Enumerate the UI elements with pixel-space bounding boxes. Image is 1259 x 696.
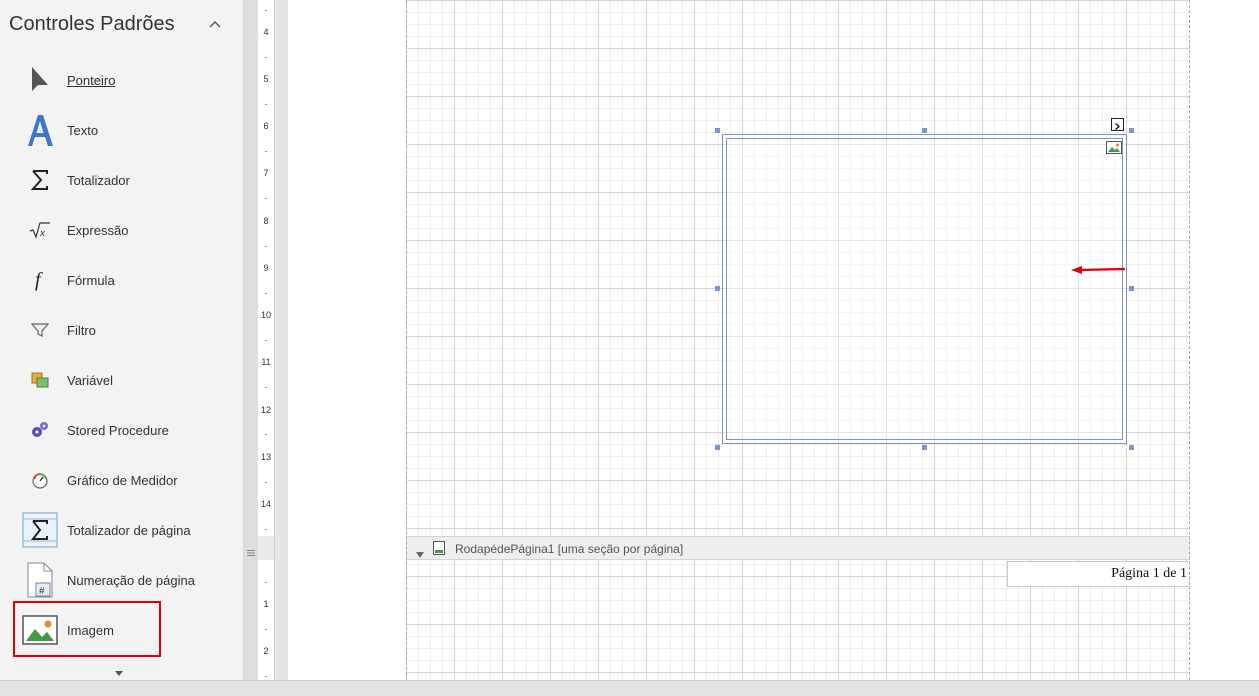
text-a-icon	[20, 110, 60, 150]
ruler-number: 14	[260, 499, 271, 509]
chevron-down-icon[interactable]	[113, 664, 125, 676]
ruler-tick	[265, 529, 267, 530]
ruler-tick	[265, 434, 267, 435]
image-control[interactable]	[722, 134, 1127, 444]
tool-totalizador[interactable]: Totalizador	[20, 160, 235, 200]
ruler-number: 8	[263, 216, 269, 226]
collapse-triangle-icon[interactable]	[416, 545, 424, 558]
tool-label: Totalizador	[67, 172, 130, 188]
ruler-tick	[265, 104, 267, 105]
tool-label: Numeração de página	[67, 572, 195, 588]
ruler-tick	[265, 387, 267, 388]
sigma-icon	[20, 160, 60, 200]
ruler-tick	[265, 340, 267, 341]
resize-handle[interactable]	[1129, 445, 1134, 450]
ruler-tick	[265, 246, 267, 247]
resize-handle[interactable]	[715, 286, 720, 291]
tool-expressao[interactable]: x Expressão	[20, 210, 235, 250]
tool-label: Texto	[67, 122, 99, 138]
sqrt-x-icon: x	[20, 210, 60, 250]
funnel-icon	[20, 310, 60, 350]
resize-handle[interactable]	[922, 128, 927, 133]
image-icon	[1106, 141, 1122, 154]
ruler-tick	[265, 482, 267, 483]
tool-formula[interactable]: f Fórmula	[20, 260, 235, 300]
toolbox-title: Controles Padrões	[9, 13, 175, 35]
ruler-number: 13	[260, 452, 271, 462]
footer-section-label: RodapédePágina1 [uma seção por página]	[455, 542, 684, 556]
toolbox-panel: Controles Padrões Ponteiro Texto Totaliz…	[0, 0, 244, 680]
ruler-number: 4	[263, 27, 269, 37]
svg-text:#: #	[39, 586, 45, 597]
ruler-number: 11	[261, 357, 271, 367]
ruler-number: 5	[263, 74, 269, 84]
resize-handle[interactable]	[1129, 286, 1134, 291]
ruler-tick	[265, 10, 267, 11]
ruler-tick	[265, 293, 267, 294]
annotation-arrow	[1068, 262, 1128, 278]
ruler-section-band	[258, 536, 274, 560]
selection-highlight	[13, 601, 161, 657]
pointer-icon	[20, 60, 60, 100]
footer-section-band[interactable]: RodapédePágina1 [uma seção por página]	[407, 536, 1189, 560]
ruler-number: 12	[260, 405, 271, 415]
tool-label: Variável	[67, 372, 114, 388]
tool-label: Gráfico de Medidor	[67, 472, 178, 488]
tool-label: Fórmula	[67, 272, 115, 288]
tool-label: Expressão	[67, 222, 129, 238]
grip-icon[interactable]	[247, 544, 255, 556]
page-number-field[interactable]: Página 1 de 1	[1007, 561, 1189, 587]
page-sigma-icon	[20, 510, 60, 550]
svg-text:f: f	[35, 269, 43, 291]
ruler-number: 9	[263, 263, 269, 273]
ruler-gutter	[274, 0, 289, 680]
resize-handle[interactable]	[715, 445, 720, 450]
tool-label: Filtro	[67, 322, 96, 338]
ruler-tick	[265, 676, 267, 677]
ruler-number: 7	[263, 168, 269, 178]
ruler-tick	[265, 629, 267, 630]
tool-label: Totalizador de página	[67, 522, 191, 538]
status-bar	[0, 680, 1259, 696]
tool-texto[interactable]: Texto	[20, 110, 235, 150]
svg-text:x: x	[39, 227, 45, 239]
tool-label: Ponteiro	[67, 72, 116, 88]
image-control-frame	[726, 138, 1123, 440]
gears-icon	[20, 410, 60, 450]
function-f-icon: f	[20, 260, 60, 300]
ruler-tick	[265, 198, 267, 199]
page-footer-icon	[433, 541, 445, 555]
tool-numeracao-pagina[interactable]: # Numeração de página	[20, 560, 235, 600]
ruler-number: 10	[260, 310, 271, 320]
tool-filtro[interactable]: Filtro	[20, 310, 235, 350]
ruler-tick	[265, 582, 267, 583]
tool-label: Stored Procedure	[67, 422, 169, 438]
report-page[interactable]: RodapédePágina1 [uma seção por página] P…	[406, 0, 1190, 680]
tool-variavel[interactable]: Variável	[20, 360, 235, 400]
panel-splitter[interactable]	[244, 0, 258, 680]
gauge-icon	[20, 460, 60, 500]
chevron-up-icon[interactable]	[205, 14, 225, 34]
variable-icon	[20, 360, 60, 400]
resize-handle[interactable]	[1129, 128, 1134, 133]
design-canvas[interactable]: RodapédePágina1 [uma seção por página] P…	[288, 0, 1259, 680]
tool-totalizador-pagina[interactable]: Totalizador de página	[20, 510, 235, 550]
smart-tag-button[interactable]	[1111, 118, 1124, 131]
ruler-number: 1	[263, 599, 269, 609]
ruler-number: 2	[263, 646, 269, 656]
resize-handle[interactable]	[922, 445, 927, 450]
tool-ponteiro[interactable]: Ponteiro	[20, 60, 235, 100]
resize-handle[interactable]	[715, 128, 720, 133]
ruler-tick	[265, 57, 267, 58]
ruler-number: 6	[263, 121, 269, 131]
ruler-tick	[265, 151, 267, 152]
vertical-ruler: 4 5 6 7 8 9 10 11 12 13 14 1 2	[258, 0, 274, 680]
tool-stored-procedure[interactable]: Stored Procedure	[20, 410, 235, 450]
page-number-icon: #	[20, 560, 60, 600]
tool-grafico-medidor[interactable]: Gráfico de Medidor	[20, 460, 235, 500]
